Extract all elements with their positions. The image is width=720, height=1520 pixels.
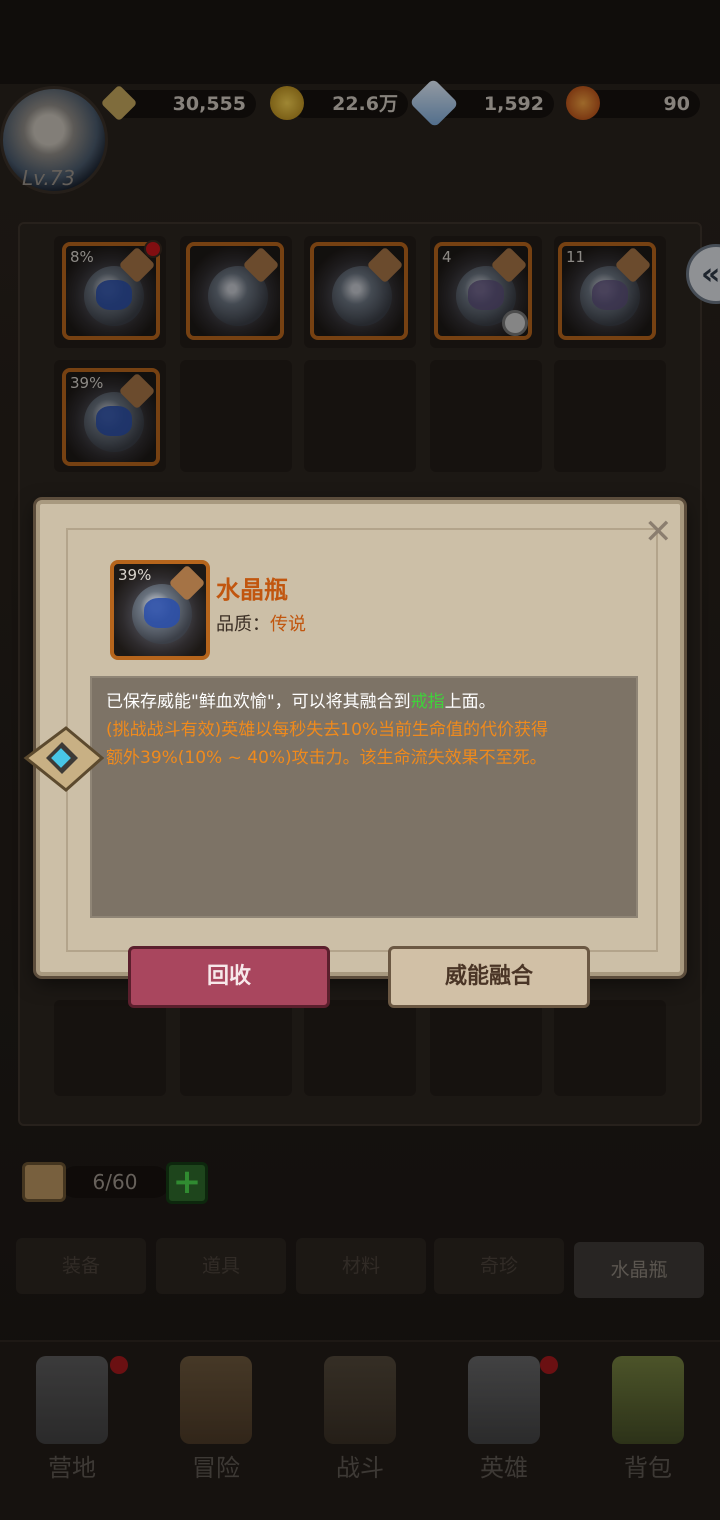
item-description: 已保存威能"鲜血欢愉"，可以将其融合到戒指上面。 (挑战战斗有效)英雄以每秒失去… (90, 676, 638, 918)
item-detail-dialog: ✕ 39% 水晶瓶 品质：传说 已保存威能"鲜血欢愉"，可以将其融合到戒指上面。… (36, 500, 684, 976)
item-percent: 39% (118, 566, 152, 584)
quality-label: 品质： (216, 614, 270, 635)
description-line-3: 额外39%(10% ~ 40%)攻击力。该生命流失效果不至死。 (106, 748, 547, 768)
fuse-power-button[interactable]: 威能融合 (388, 946, 590, 1008)
recycle-button[interactable]: 回收 (128, 946, 330, 1008)
description-text: 上面。 (444, 692, 496, 712)
description-text: 已保存威能"鲜血欢愉"，可以将其融合到 (106, 692, 411, 712)
quality-value: 传说 (270, 614, 306, 635)
description-line-1: 已保存威能"鲜血欢愉"，可以将其融合到戒指上面。 (106, 688, 496, 716)
close-icon[interactable]: ✕ (644, 512, 673, 552)
ornament-arrow-icon (23, 726, 104, 792)
game-screen: Lv.73 30,555 22.6万 1,592 90 8% 4 11 39% … (0, 0, 720, 1520)
description-line-2: (挑战战斗有效)英雄以每秒失去10%当前生命值的代价获得 (106, 720, 549, 740)
item-name: 水晶瓶 (216, 576, 288, 604)
dialog-item-icon: 39% (110, 560, 210, 660)
item-quality: 品质：传说 (216, 610, 306, 636)
ring-highlight: 戒指 (410, 692, 445, 712)
rune-icon (144, 598, 180, 628)
